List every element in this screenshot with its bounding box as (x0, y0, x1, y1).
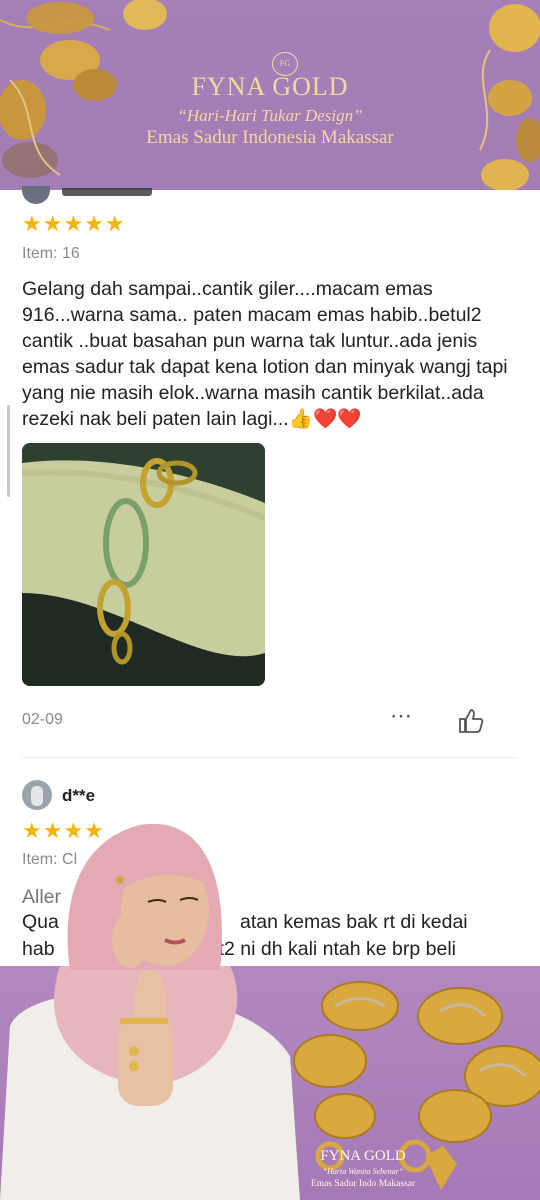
thumbs-up-icon[interactable] (458, 708, 486, 734)
review-text-fragment: atan kemas bak rt di kedai (240, 911, 468, 933)
bottom-promo-banner: FYNA GOLD “Harta Wanita Sebenar” Emas Sa… (0, 966, 540, 1200)
reviewer-avatar[interactable] (22, 780, 52, 810)
brand-subtitle: Emas Sadur Indonesia Makassar (146, 127, 394, 148)
gold-chain-bracelet-image (0, 966, 540, 1200)
review-item-variant: Item: 16 (22, 245, 80, 262)
brand-tagline: “Hari-Hari Tukar Design” (177, 106, 363, 125)
reviewer-name: d**e (62, 786, 96, 805)
review-divider (22, 757, 518, 758)
bottom-brand-name: FYNA GOLD (320, 1148, 406, 1164)
top-promo-banner: FG FYNA GOLD “Hari-Hari Tukar Design” Em… (0, 0, 540, 190)
rating-stars: ★★★★★ (22, 211, 126, 236)
scrollbar[interactable] (7, 405, 10, 497)
review-text: Gelang dah sampai..cantik giler....macam… (22, 278, 508, 430)
brand-name: FYNA GOLD (191, 72, 349, 101)
ellipsis-icon[interactable]: ⋯ (388, 705, 414, 732)
bottom-brand-tagline: “Harta Wanita Sebenar” (322, 1167, 404, 1176)
reviewer-avatar[interactable] (22, 186, 50, 204)
model-photo-overlay (67, 823, 222, 970)
bracelet-on-arm-image (22, 443, 265, 686)
review-photo[interactable] (22, 443, 265, 686)
bottom-brand-subtitle: Emas Sadur Indo Makassar (310, 1179, 416, 1189)
reviewer-name-cropped (62, 188, 152, 196)
review-date: 02-09 (22, 711, 63, 728)
